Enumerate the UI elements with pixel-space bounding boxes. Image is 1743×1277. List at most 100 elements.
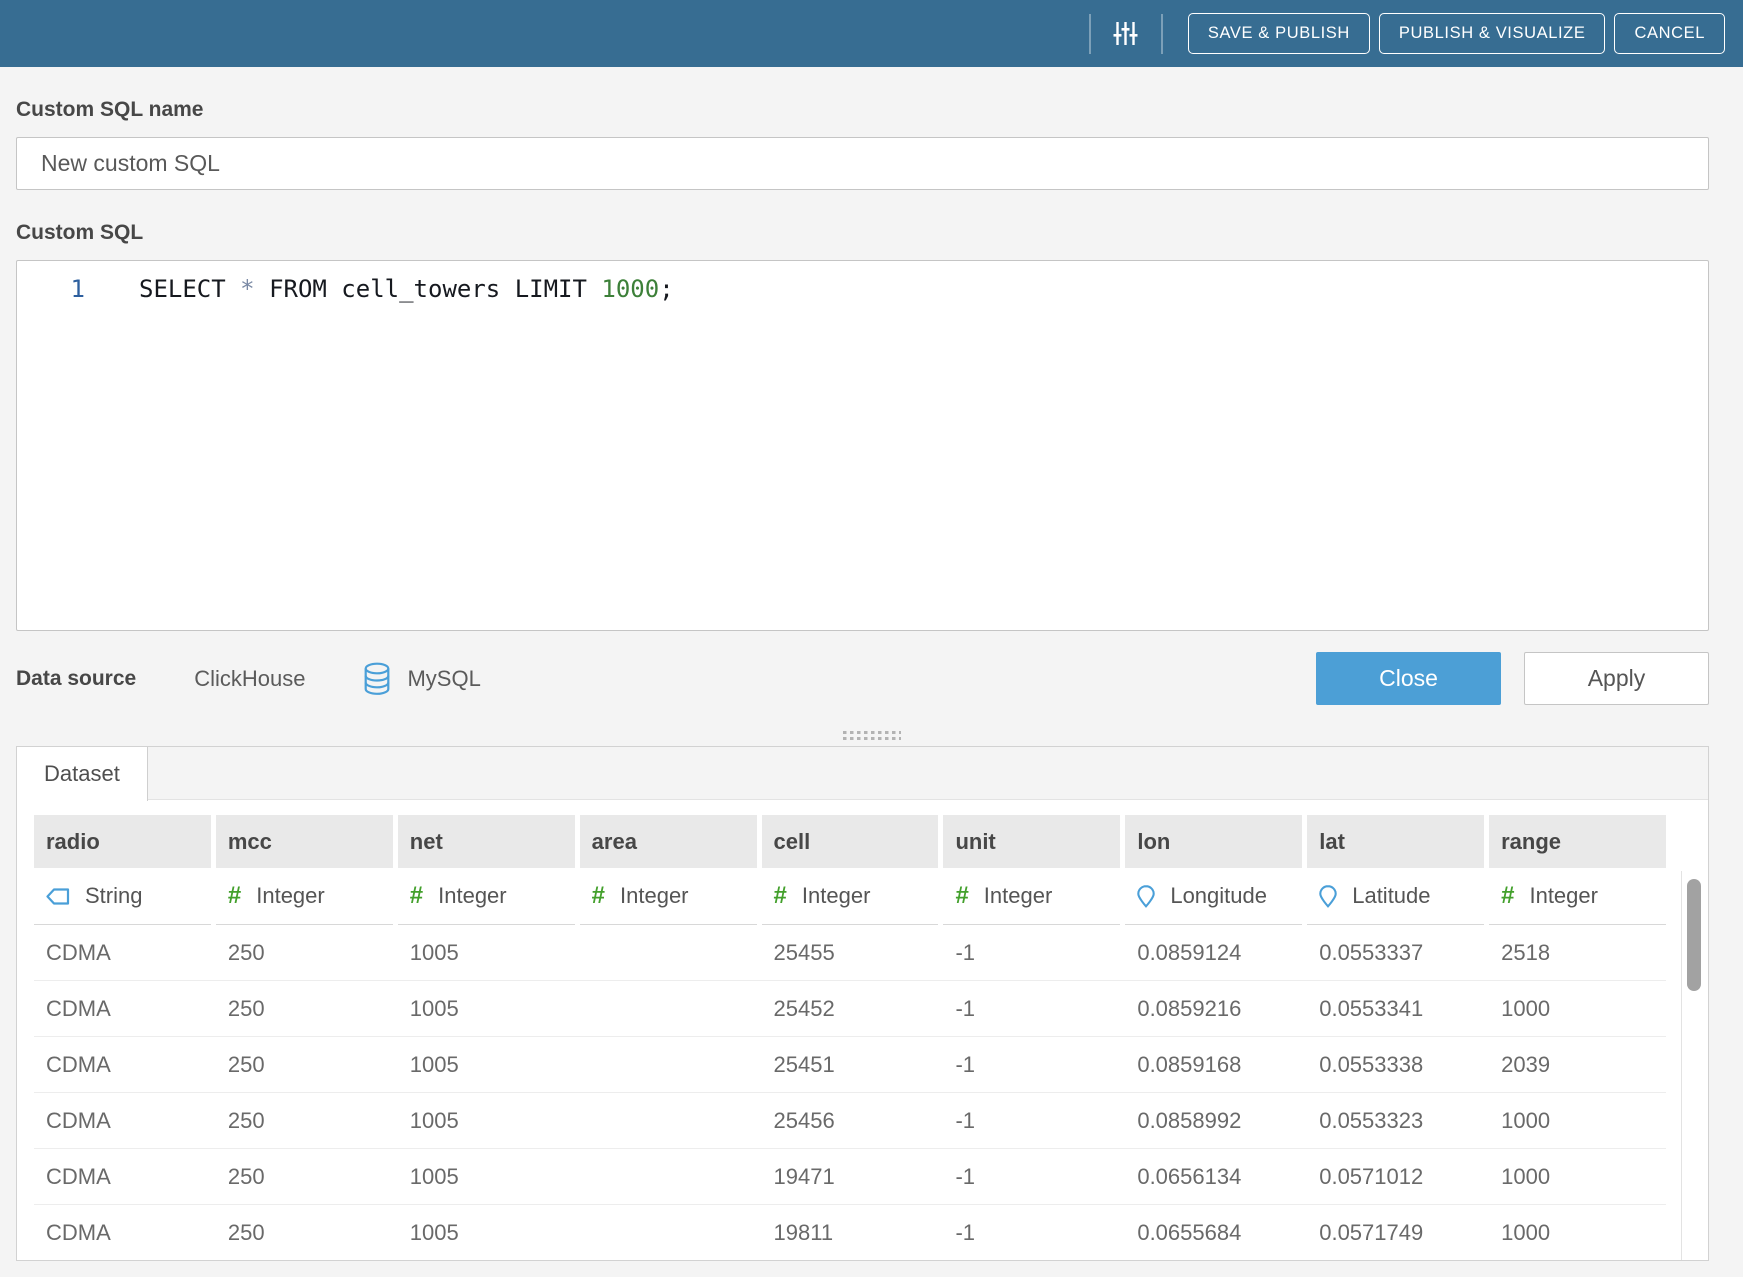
code-token (255, 275, 269, 303)
table-cell: 1005 (398, 1037, 575, 1092)
column-type-lon: Longitude (1125, 868, 1302, 925)
custom-sql-form: Custom SQL name Custom SQL 1 SELECT * FR… (0, 98, 1743, 705)
save-and-publish-button[interactable]: SAVE & PUBLISH (1188, 13, 1370, 54)
column-type-mcc: #Integer (216, 868, 393, 925)
table-cell: 19811 (762, 1205, 939, 1260)
code-token: LIMIT (515, 275, 587, 303)
table-cell: 250 (216, 1093, 393, 1148)
datasource-option-mysql[interactable]: MySQL (363, 662, 480, 696)
table-cell: CDMA (34, 1037, 211, 1092)
table-cell: 0.0553337 (1307, 925, 1484, 980)
tab-strip: Dataset (17, 747, 1708, 800)
table-row: CDMA250100519811-10.06556840.05717491000 (34, 1205, 1666, 1261)
publish-and-visualize-button[interactable]: PUBLISH & VISUALIZE (1379, 13, 1606, 54)
table-type-row: String#Integer#Integer#Integer#Integer#I… (34, 868, 1666, 925)
table-cell: 0.0656134 (1125, 1149, 1302, 1204)
column-header-range[interactable]: range (1489, 815, 1666, 868)
datasource-option-label: ClickHouse (194, 666, 305, 692)
close-button[interactable]: Close (1316, 652, 1501, 705)
table-cell (580, 1093, 757, 1148)
table-cell: 1005 (398, 925, 575, 980)
table-cell: 1000 (1489, 1149, 1666, 1204)
table-cell: 250 (216, 1205, 393, 1260)
settings-sliders-icon[interactable] (1091, 21, 1161, 46)
table-cell (580, 1037, 757, 1092)
drag-dots-icon (843, 731, 901, 735)
column-type-label: Integer (620, 883, 689, 909)
table-cell: -1 (943, 1149, 1120, 1204)
table-cell: 250 (216, 981, 393, 1036)
code-token: SELECT (139, 275, 226, 303)
table-cell: 1005 (398, 1205, 575, 1260)
geo-pin-icon (1319, 885, 1337, 908)
code-token: 1000 (601, 275, 659, 303)
sql-code-editor[interactable]: 1 SELECT * FROM cell_towers LIMIT 1000; (16, 260, 1709, 631)
code-token: ; (659, 275, 673, 303)
table-cell: CDMA (34, 981, 211, 1036)
table-cell: 25456 (762, 1093, 939, 1148)
database-icon (363, 662, 391, 696)
cancel-button[interactable]: CANCEL (1614, 13, 1725, 54)
datasource-label: Data source (16, 667, 136, 691)
column-type-range: #Integer (1489, 868, 1666, 925)
table-cell: -1 (943, 1037, 1120, 1092)
table-cell: 0.0859216 (1125, 981, 1302, 1036)
custom-sql-name-input[interactable] (16, 137, 1709, 190)
table-cell: -1 (943, 925, 1120, 980)
panel-resize-handle[interactable] (0, 705, 1743, 746)
code-token (226, 275, 240, 303)
table-cell: 1000 (1489, 1093, 1666, 1148)
geo-pin-icon (1137, 885, 1155, 908)
column-header-radio[interactable]: radio (34, 815, 211, 868)
column-type-label: Latitude (1352, 883, 1430, 909)
column-header-net[interactable]: net (398, 815, 575, 868)
column-type-unit: # Integer (943, 868, 1120, 925)
column-header-area[interactable]: area (580, 815, 757, 868)
table-cell: 0.0553341 (1307, 981, 1484, 1036)
table-cell (580, 981, 757, 1036)
table-cell: 25452 (762, 981, 939, 1036)
custom-sql-name-label: Custom SQL name (16, 98, 1709, 122)
table-cell: 25451 (762, 1037, 939, 1092)
column-type-cell: #Integer (762, 868, 939, 925)
table-cell: 19471 (762, 1149, 939, 1204)
column-type-label: Integer (1529, 883, 1598, 909)
table-cell: -1 (943, 1205, 1120, 1260)
table-cell: 0.0655684 (1125, 1205, 1302, 1260)
column-header-unit[interactable]: unit (943, 815, 1120, 868)
table-cell: 0.0571012 (1307, 1149, 1484, 1204)
column-header-mcc[interactable]: mcc (216, 815, 393, 868)
datasource-option-label: MySQL (407, 666, 480, 692)
table-row: CDMA250100525452-10.08592160.05533411000 (34, 981, 1666, 1037)
column-header-lat[interactable]: lat (1307, 815, 1484, 868)
table-cell: 1005 (398, 981, 575, 1036)
table-cell: 25455 (762, 925, 939, 980)
column-type-radio: String (34, 868, 211, 925)
code-token (587, 275, 601, 303)
table-row: CDMA250100525456-10.08589920.05533231000 (34, 1093, 1666, 1149)
table-row: CDMA250100525451-10.08591680.05533382039 (34, 1037, 1666, 1093)
custom-sql-label: Custom SQL (16, 221, 1709, 245)
table-cell: 0.0571749 (1307, 1205, 1484, 1260)
editor-line-number: 1 (17, 275, 105, 303)
table-cell (580, 1149, 757, 1204)
table-cell: CDMA (34, 925, 211, 980)
toolbar-divider (1161, 14, 1163, 54)
table-cell: 0.0859168 (1125, 1037, 1302, 1092)
dataset-preview-panel: Dataset radiomccnetareacellunitlonlatran… (16, 746, 1709, 1261)
column-header-lon[interactable]: lon (1125, 815, 1302, 868)
column-type-label: Integer (984, 883, 1053, 909)
integer-type-icon: # (774, 882, 787, 910)
table-cell: 250 (216, 1037, 393, 1092)
column-type-label: String (85, 883, 142, 909)
integer-type-icon: # (955, 882, 968, 910)
table-row: CDMA250100525455-10.08591240.05533372518 (34, 925, 1666, 981)
scrollbar-track (1681, 871, 1682, 1260)
tab-dataset[interactable]: Dataset (17, 747, 148, 801)
datasource-option-clickhouse[interactable]: ClickHouse (194, 666, 305, 692)
table-cell: 0.0553338 (1307, 1037, 1484, 1092)
apply-button[interactable]: Apply (1524, 652, 1709, 705)
column-header-cell[interactable]: cell (762, 815, 939, 868)
table-scrollbar[interactable] (1687, 879, 1701, 991)
table-cell: 1005 (398, 1093, 575, 1148)
